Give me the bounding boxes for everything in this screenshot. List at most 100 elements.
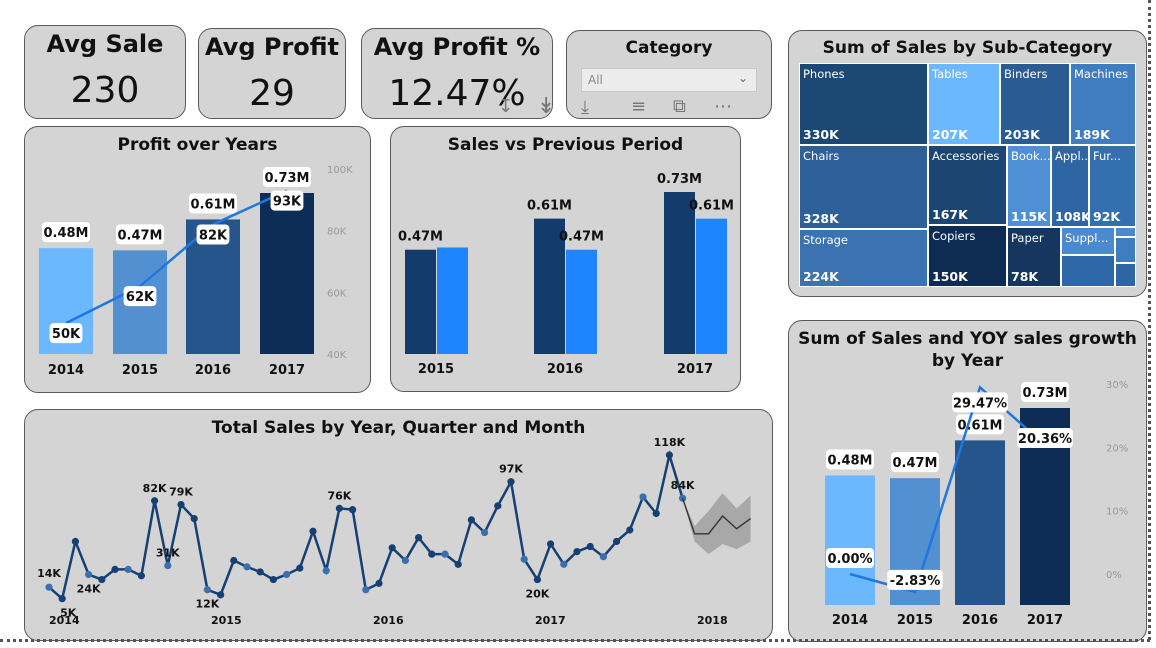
bar-current: [664, 192, 695, 354]
treemap-cell-small[interactable]: [1115, 227, 1136, 237]
x-tick-label: 2015: [897, 613, 933, 628]
line-data-label: 62K: [126, 290, 155, 305]
x-tick-label: 2017: [535, 614, 566, 627]
data-point: [124, 565, 132, 574]
treemap-cell-value: 207K: [932, 127, 968, 142]
treemap-cell-value: 330K: [803, 127, 839, 142]
x-tick-label: 2017: [1027, 613, 1063, 628]
data-point: [441, 550, 449, 558]
treemap-cell-name: Fur...: [1093, 149, 1121, 163]
line-data-label: 82K: [199, 229, 228, 244]
treemap-cell-small[interactable]: [1061, 255, 1115, 287]
kpi-title: Avg Sale: [46, 30, 164, 58]
point-data-label: 20K: [525, 588, 549, 601]
data-point: [256, 568, 264, 576]
bar-previous: [437, 247, 468, 354]
x-tick-label: 2017: [269, 363, 305, 378]
x-tick-label: 2016: [962, 613, 998, 628]
data-point: [415, 534, 423, 542]
bar-data-label: 0.47M: [559, 230, 604, 245]
bar-data-label: 0.47M: [892, 456, 937, 471]
treemap-cell[interactable]: Accessories 167K: [928, 145, 1007, 225]
line-data-label: 93K: [273, 195, 302, 210]
data-point: [599, 553, 608, 561]
drill-down-icon[interactable]: ⤓: [581, 97, 589, 118]
data-point: [573, 548, 581, 556]
bar-data-label: 0.48M: [43, 226, 88, 241]
treemap-cell[interactable]: Phones 330K: [799, 63, 928, 145]
page-border-bottom: [0, 639, 1150, 642]
data-point: [639, 493, 647, 501]
data-point: [58, 595, 66, 603]
double-down-arrow-icon[interactable]: ↡: [537, 94, 555, 119]
sales-vs-previous-chart: 2015 0.47M 2016 0.61M 0.47M 2017 0.73M 0.61M: [398, 172, 734, 377]
treemap-cell[interactable]: Tables 207K: [928, 63, 1000, 145]
data-point: [533, 575, 541, 584]
y2-tick-label: 60K: [327, 288, 347, 299]
point-data-label: 79K: [169, 486, 193, 499]
treemap-cell[interactable]: Appl... 108K: [1051, 145, 1089, 227]
bar-data-label: 0.61M: [689, 199, 734, 214]
treemap-cell-name: Accessories: [932, 149, 1000, 163]
chart-title: Sum of Sales by Sub-Category: [822, 38, 1113, 58]
data-point: [613, 537, 621, 546]
bar-current: [405, 249, 436, 354]
kpi-card-avg-profit: Avg Profit 29: [198, 28, 346, 119]
data-point: [283, 570, 291, 579]
data-point: [85, 570, 93, 579]
slicer-title: Category: [625, 38, 713, 58]
data-point: [481, 528, 489, 537]
data-point: [467, 516, 475, 524]
page-border-right: [1148, 0, 1151, 640]
yoy-growth-chart: 2014 0.48M 2015 0.47M 2016 0.61M 2017 0.73M 30% 2…: [825, 380, 1128, 628]
point-data-label: 118K: [654, 436, 686, 449]
treemap-cell-name: Paper: [1011, 231, 1044, 245]
treemap-cell[interactable]: Machines 189K: [1070, 63, 1136, 145]
data-point: [335, 504, 343, 512]
treemap: Phones 330K Tables 207K Binders 203K Machines 1…: [799, 63, 1136, 287]
data-point: [296, 564, 304, 572]
growth-data-label: 29.47%: [953, 396, 1007, 411]
data-point: [586, 542, 594, 551]
sort-down-icon[interactable]: ↧: [498, 96, 513, 117]
x-tick-label: 2015: [211, 614, 242, 627]
point-data-label: 82K: [143, 482, 167, 495]
treemap-cell[interactable]: Paper 78K: [1007, 227, 1061, 287]
data-point: [137, 572, 145, 580]
treemap-cell-small[interactable]: [1115, 263, 1136, 287]
x-tick-label: 2018: [697, 614, 728, 627]
x-tick-label: 2014: [832, 613, 868, 628]
data-point: [665, 451, 674, 459]
treemap-cell-small[interactable]: [1115, 237, 1136, 263]
data-point: [230, 556, 238, 565]
category-dropdown[interactable]: All ⌄: [581, 68, 757, 92]
more-options-icon[interactable]: ⋯: [714, 96, 732, 117]
kpi-value: 12.47%: [388, 73, 526, 114]
treemap-cell[interactable]: Storage 224K: [799, 229, 928, 287]
treemap-cell[interactable]: Fur... 92K: [1089, 145, 1136, 227]
x-tick-label: 2015: [418, 362, 454, 377]
filter-icon[interactable]: ≡: [631, 96, 646, 117]
treemap-cell-name: Machines: [1074, 67, 1129, 81]
treemap-cell-value: 167K: [932, 207, 968, 222]
data-point: [190, 514, 198, 523]
kpi-value: 230: [70, 70, 140, 111]
treemap-cell-value: 115K: [1011, 209, 1047, 224]
data-point: [151, 497, 159, 505]
treemap-cell-value: 108K: [1055, 209, 1089, 224]
treemap-cell[interactable]: Book... 115K: [1007, 145, 1051, 227]
x-tick-label: 2016: [547, 362, 583, 377]
treemap-cell[interactable]: Binders 203K: [1000, 63, 1070, 145]
chevron-down-icon[interactable]: ⌄: [738, 71, 748, 85]
treemap-cell[interactable]: Chairs 328K: [799, 145, 928, 229]
treemap-cell-value: 203K: [1004, 127, 1040, 142]
treemap-cell[interactable]: Copiers 150K: [928, 225, 1007, 287]
profit-line: [65, 189, 288, 325]
treemap-cell-value: 150K: [932, 269, 968, 284]
data-point: [494, 502, 502, 510]
focus-mode-icon[interactable]: ⧉: [673, 96, 686, 117]
data-point: [322, 567, 330, 575]
treemap-cell-value: 92K: [1093, 209, 1121, 224]
data-point: [349, 506, 357, 514]
treemap-cell[interactable]: Suppl...: [1061, 227, 1115, 255]
